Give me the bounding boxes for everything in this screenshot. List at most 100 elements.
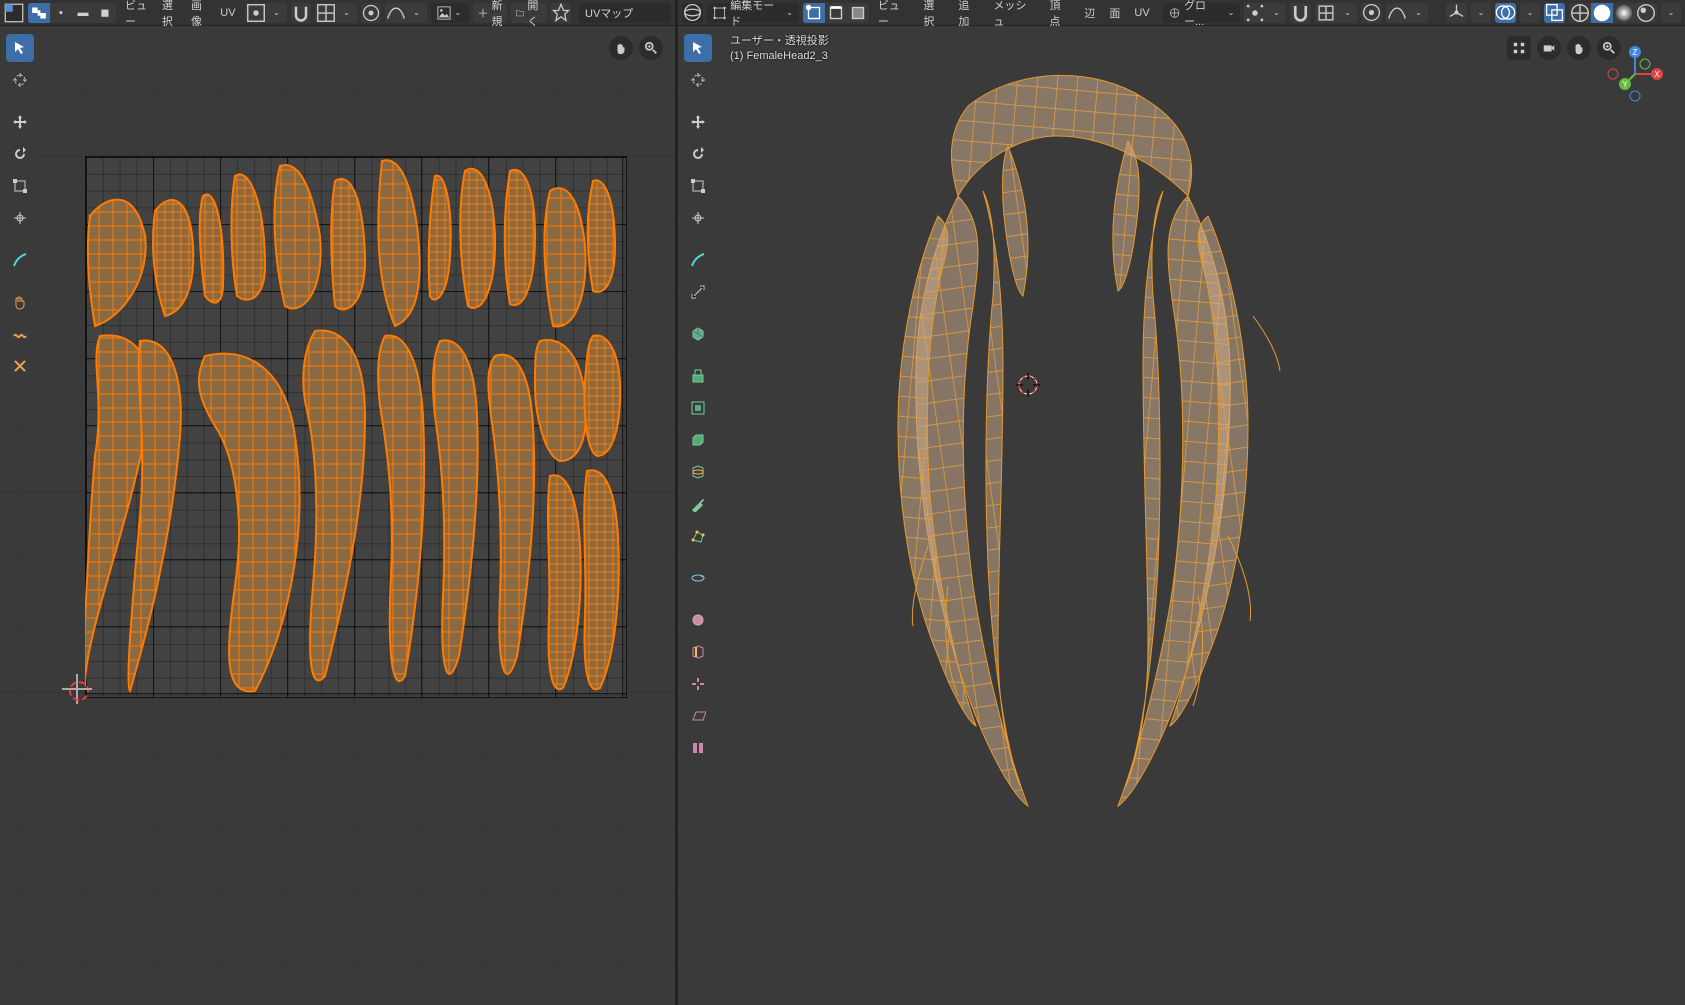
tool-relax[interactable] [6, 320, 34, 348]
tool3d-polybuild[interactable] [684, 522, 712, 550]
tool3d-move[interactable] [684, 108, 712, 136]
tool3d-addcube[interactable] [684, 320, 712, 348]
pivot-button[interactable] [245, 3, 267, 23]
axis-gizmo[interactable]: X Y Z [1605, 44, 1665, 104]
zoom-view-icon[interactable] [639, 36, 663, 60]
prop-type[interactable] [385, 3, 407, 23]
menu-select[interactable]: 選択 [157, 0, 182, 29]
gizmo-chev[interactable]: ⌄ [1471, 3, 1491, 23]
tool3d-select[interactable] [684, 34, 712, 62]
snap-chevron[interactable]: ⌄ [337, 3, 357, 23]
tool-cursor[interactable] [6, 66, 34, 94]
tool3d-loopcut[interactable] [684, 458, 712, 486]
menu-uv-3d[interactable]: UV [1129, 7, 1154, 19]
snap-3d-type[interactable] [1315, 3, 1337, 23]
proportional-toggle[interactable] [361, 3, 381, 23]
tool3d-edgeslide[interactable] [684, 638, 712, 666]
info-object: (1) FemaleHead2_3 [730, 49, 829, 64]
menu-face-3d[interactable]: 面 [1104, 5, 1125, 21]
open-image-button[interactable]: 開く [511, 3, 547, 23]
camera-view-icon[interactable] [1507, 36, 1531, 60]
prop-3d-chev[interactable]: ⌄ [1408, 3, 1428, 23]
tool-select[interactable] [6, 34, 34, 62]
image-selector[interactable]: ⌄ [431, 3, 469, 23]
tool3d-rip[interactable] [684, 734, 712, 762]
tool3d-measure[interactable] [684, 278, 712, 306]
tool-transform[interactable] [6, 204, 34, 232]
prop-3d-type[interactable] [1386, 3, 1408, 23]
select-mode-vertex[interactable]: ▪ [50, 3, 72, 23]
tool-move[interactable] [6, 108, 34, 136]
tool3d-bevel[interactable] [684, 426, 712, 454]
overlays-toggle[interactable] [1495, 3, 1516, 23]
viewport-overlay-buttons [1507, 36, 1621, 60]
gizmo-toggle[interactable] [1446, 3, 1467, 23]
snap-3d-chev[interactable]: ⌄ [1337, 3, 1357, 23]
tool3d-knife[interactable] [684, 490, 712, 518]
tool3d-shrink[interactable] [684, 670, 712, 698]
uv-sync-button[interactable] [28, 3, 50, 23]
pivot-chevron[interactable]: ⌄ [267, 3, 287, 23]
shade-rendered[interactable] [1635, 3, 1657, 23]
pan-view-icon[interactable] [609, 36, 633, 60]
select-face[interactable] [847, 3, 869, 23]
tool3d-transform[interactable] [684, 204, 712, 232]
select-mode-edge[interactable]: ▬ [72, 3, 94, 23]
snap-3d-toggle[interactable] [1290, 3, 1311, 23]
menu-select-3d[interactable]: 選択 [918, 0, 949, 29]
tool-scale[interactable] [6, 172, 34, 200]
uv-editor-header: ▪ ▬ ◼ ビュー 選択 画像 UV ⌄ ⌄ [0, 0, 675, 26]
camera-icon[interactable] [1537, 36, 1561, 60]
prop-3d-toggle[interactable] [1361, 3, 1382, 23]
shade-matprev[interactable] [1613, 3, 1635, 23]
tool3d-smooth[interactable] [684, 606, 712, 634]
shade-solid[interactable] [1591, 3, 1613, 23]
mode-selector[interactable]: 編集モード ⌄ [707, 3, 799, 23]
pan-3d-icon[interactable] [1567, 36, 1591, 60]
menu-vertex-3d[interactable]: 頂点 [1044, 0, 1075, 29]
tool3d-scale[interactable] [684, 172, 712, 200]
hair-mesh [798, 66, 1298, 826]
uvmap-field-label: UVマップ [585, 5, 633, 21]
menu-view[interactable]: ビュー [120, 0, 153, 29]
tool3d-spin[interactable] [684, 564, 712, 592]
menu-mesh-3d[interactable]: メッシュ [988, 0, 1040, 29]
tool3d-cursor[interactable] [684, 66, 712, 94]
editor-type-3d-icon[interactable] [682, 3, 703, 23]
menu-uv[interactable]: UV [215, 7, 240, 19]
transform-orientation[interactable]: グロー... ⌄ [1163, 3, 1241, 23]
new-image-button[interactable]: ＋新規 [473, 3, 508, 23]
select-edge[interactable] [825, 3, 847, 23]
pivot-3d-chev[interactable]: ⌄ [1266, 3, 1286, 23]
select-mode-face[interactable]: ◼ [94, 3, 116, 23]
tool3d-extrude[interactable] [684, 362, 712, 390]
uvmap-field[interactable]: UVマップ [579, 3, 671, 23]
tool-annotate[interactable] [6, 246, 34, 274]
pin-image[interactable] [551, 3, 571, 23]
overlays-chev[interactable]: ⌄ [1520, 3, 1540, 23]
snap-3d-group: ⌄ [1315, 3, 1357, 23]
shading-chev[interactable]: ⌄ [1661, 3, 1681, 23]
tool3d-annotate[interactable] [684, 246, 712, 274]
menu-image[interactable]: 画像 [186, 0, 211, 29]
xray-toggle[interactable] [1544, 3, 1565, 23]
snap-toggle[interactable] [291, 3, 311, 23]
tool3d-rotate[interactable] [684, 140, 712, 168]
pivot-3d[interactable] [1244, 3, 1266, 23]
prop-chevron[interactable]: ⌄ [407, 3, 427, 23]
menu-view-3d[interactable]: ビュー [873, 0, 915, 29]
tool-pinch[interactable] [6, 352, 34, 380]
viewport-3d[interactable]: ユーザー・透視投影 (1) FemaleHead2_3 [678, 26, 1685, 1005]
snap-type[interactable] [315, 3, 337, 23]
axis-y-label: Y [1622, 80, 1628, 89]
tool3d-inset[interactable] [684, 394, 712, 422]
uv-viewport[interactable] [0, 26, 675, 1005]
menu-edge-3d[interactable]: 辺 [1079, 5, 1100, 21]
editor-type-icon[interactable] [4, 3, 24, 23]
menu-add-3d[interactable]: 追加 [953, 0, 984, 29]
select-vertex[interactable] [803, 3, 825, 23]
tool3d-shear[interactable] [684, 702, 712, 730]
tool-grab[interactable] [6, 288, 34, 316]
shade-wire[interactable] [1569, 3, 1591, 23]
tool-rotate[interactable] [6, 140, 34, 168]
